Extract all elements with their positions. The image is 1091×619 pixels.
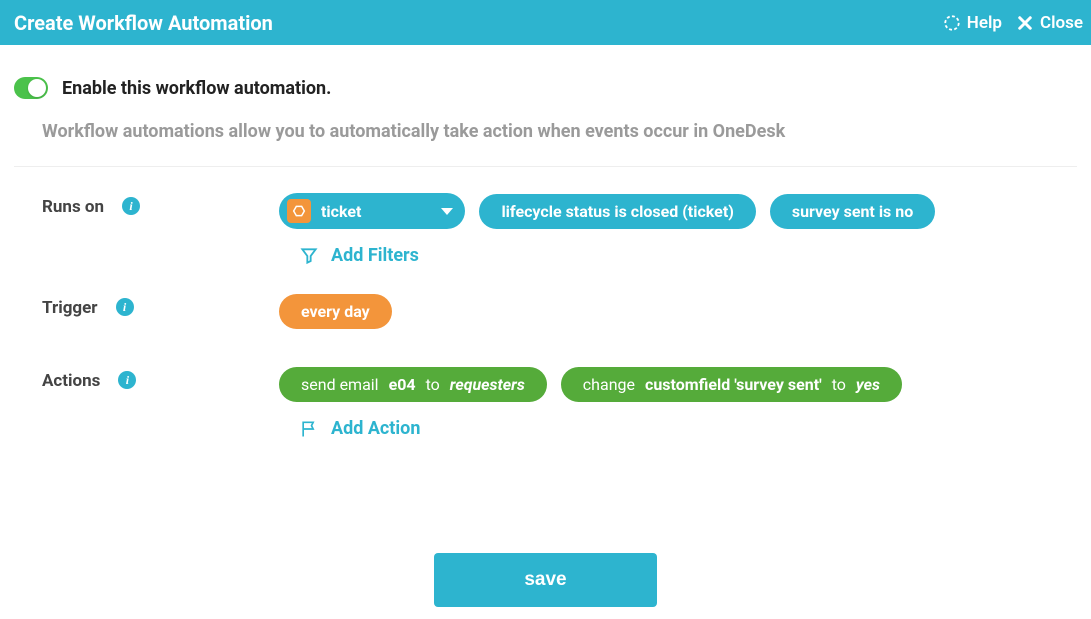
- trigger-label: Trigger: [42, 298, 98, 318]
- filter-chip[interactable]: lifecycle status is closed (ticket): [479, 194, 755, 229]
- help-icon: [943, 14, 961, 32]
- actions-label: Actions: [42, 371, 100, 391]
- add-filters-label: Add Filters: [331, 245, 419, 266]
- ticket-type-select[interactable]: ticket: [279, 193, 465, 229]
- action-part: to: [832, 375, 846, 394]
- save-button[interactable]: save: [434, 553, 656, 607]
- action-part: send email: [301, 375, 379, 394]
- dialog-header: Create Workflow Automation Help Close: [0, 0, 1091, 45]
- ticket-icon: [287, 199, 311, 223]
- filter-chip-label: lifecycle status is closed (ticket): [501, 202, 733, 221]
- trigger-chip-label: every day: [301, 302, 370, 321]
- help-label: Help: [967, 13, 1002, 33]
- action-part: change: [583, 375, 635, 394]
- trigger-chip[interactable]: every day: [279, 294, 392, 329]
- dialog-title: Create Workflow Automation: [14, 11, 273, 35]
- filter-icon: [299, 246, 319, 266]
- action-part: to: [426, 375, 440, 394]
- close-icon: [1016, 14, 1034, 32]
- action-part: e04: [389, 375, 416, 394]
- divider: [14, 166, 1077, 167]
- runs-on-label: Runs on: [42, 197, 104, 217]
- filter-chip-label: survey sent is no: [792, 202, 913, 221]
- close-label: Close: [1040, 13, 1083, 33]
- add-action-button[interactable]: Add Action: [279, 412, 1077, 439]
- action-part: yes: [856, 375, 880, 394]
- add-filters-button[interactable]: Add Filters: [279, 239, 1077, 266]
- action-chip[interactable]: change customfield 'survey sent' to yes: [561, 367, 902, 402]
- filter-chip[interactable]: survey sent is no: [770, 194, 935, 229]
- automation-description: Workflow automations allow you to automa…: [14, 121, 1077, 142]
- action-part: requesters: [450, 375, 525, 394]
- info-icon[interactable]: i: [116, 298, 134, 316]
- close-button[interactable]: Close: [1016, 13, 1083, 33]
- actions-row: Actions i send email e04 to requesters c…: [14, 367, 1077, 439]
- flag-icon: [299, 419, 319, 439]
- enable-label: Enable this workflow automation.: [62, 78, 331, 99]
- add-action-label: Add Action: [331, 418, 420, 439]
- ticket-type-label: ticket: [321, 202, 431, 221]
- trigger-row: Trigger i every day: [14, 294, 1077, 339]
- action-part: customfield 'survey sent': [645, 375, 822, 394]
- runs-on-row: Runs on i ticket lifecycle status is clo…: [14, 193, 1077, 266]
- action-chip[interactable]: send email e04 to requesters: [279, 367, 547, 402]
- info-icon[interactable]: i: [122, 197, 140, 215]
- help-button[interactable]: Help: [943, 13, 1002, 33]
- info-icon[interactable]: i: [118, 371, 136, 389]
- chevron-down-icon: [441, 208, 453, 215]
- enable-toggle[interactable]: [14, 77, 48, 99]
